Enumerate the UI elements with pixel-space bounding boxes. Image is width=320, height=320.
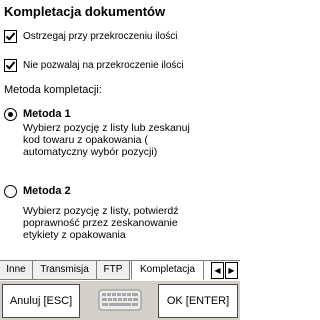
radio-selected-dot — [8, 112, 13, 117]
button-bar: Anuluj [ESC] OK [ENTER] — [0, 281, 240, 320]
method-1-description: Wybierz pozycję z listy lub zeskanuj kod… — [23, 122, 235, 158]
method-1-desc-line: kod towaru z opakowania ( — [23, 134, 148, 146]
arrow-right-icon[interactable]: ▶ — [225, 262, 238, 279]
block-exceed-checkbox[interactable] — [4, 59, 17, 72]
method-label: Metoda kompletacji: — [4, 84, 102, 96]
warn-exceed-option[interactable]: Ostrzegaj przy przekroczeniu ilości — [4, 30, 178, 43]
method-2-desc-line: Wybierz pozycję z listy, potwierdź — [23, 205, 179, 217]
arrow-left-icon[interactable]: ◀ — [211, 262, 224, 279]
cancel-button[interactable]: Anuluj [ESC] — [2, 284, 80, 318]
tab-kompletacja[interactable]: Kompletacja — [131, 261, 204, 280]
ok-button[interactable]: OK [ENTER] — [158, 284, 238, 318]
page-title: Kompletacja dokumentów — [4, 4, 166, 19]
warn-exceed-label: Ostrzegaj przy przekroczeniu ilości — [23, 31, 178, 42]
tab-ftp[interactable]: FTP — [97, 261, 130, 280]
method-2-description: Wybierz pozycję z listy, potwierdź popra… — [23, 205, 235, 241]
warn-exceed-checkbox[interactable] — [4, 30, 17, 43]
method-1-desc-line: Wybierz pozycję z listy lub zeskanuj — [23, 122, 190, 134]
checkmark-icon — [5, 30, 16, 41]
block-exceed-option[interactable]: Nie pozwalaj na przekroczenie ilości — [4, 59, 184, 72]
method-2-title[interactable]: Metoda 2 — [23, 185, 71, 197]
tab-transmisja[interactable]: Transmisja — [33, 261, 97, 280]
method-1-title[interactable]: Metoda 1 — [23, 108, 71, 120]
keyboard-icon[interactable] — [98, 289, 142, 311]
checkmark-icon — [5, 59, 16, 70]
tab-bar: Inne Transmisja FTP Kompletacja ◀ ▶ — [0, 260, 240, 280]
method-2-radio[interactable] — [4, 185, 17, 198]
block-exceed-label: Nie pozwalaj na przekroczenie ilości — [23, 60, 184, 71]
method-1-radio[interactable] — [4, 108, 17, 121]
method-2-desc-line: etykiety z opakowania — [23, 229, 126, 241]
tab-inne[interactable]: Inne — [0, 261, 33, 280]
method-1-desc-line: automatyczny wybór pozycji) — [23, 146, 158, 158]
method-2-desc-line: poprawność przez zeskanowanie — [23, 217, 178, 229]
